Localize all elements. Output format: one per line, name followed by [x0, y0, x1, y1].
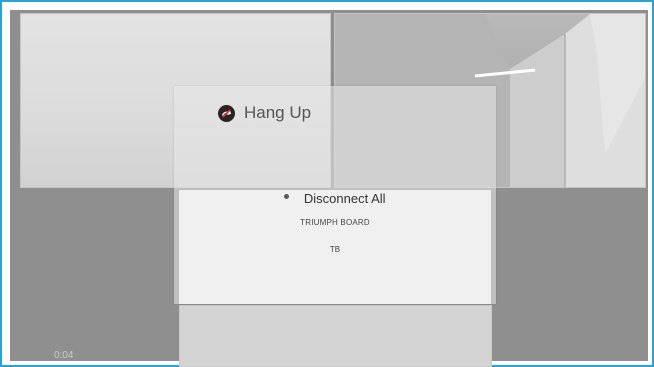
dialog-header: Hang Up	[218, 103, 311, 123]
option-participant[interactable]: TRIUMPH BOARD	[179, 218, 491, 227]
dialog-title: Hang Up	[244, 103, 312, 122]
option-label: Disconnect All	[303, 191, 386, 206]
hang-up-dialog: Hang Up Disconnect All TRIUMPH BOARD TB	[174, 86, 496, 304]
selected-bullet-icon	[284, 194, 290, 200]
disconnect-options-list: Disconnect All TRIUMPH BOARD TB	[179, 190, 491, 304]
screen-frame: 0:04 Hang Up Disconnect All TRIUMPH BOAR…	[0, 0, 654, 367]
option-participant[interactable]: TB	[179, 245, 491, 254]
hang-up-icon	[218, 104, 235, 122]
call-timer: 0:04	[54, 350, 74, 361]
option-disconnect-all[interactable]: Disconnect All	[179, 190, 491, 212]
self-view-tile	[179, 305, 492, 367]
